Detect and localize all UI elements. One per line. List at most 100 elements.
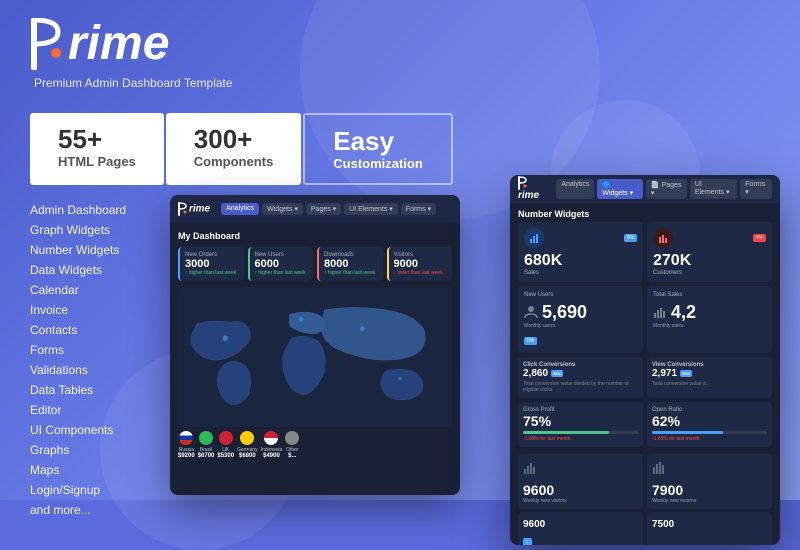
- user-icon: [524, 305, 538, 319]
- widget-sales-header: 8%: [524, 228, 637, 248]
- dash-left-title: My Dashboard: [178, 231, 452, 241]
- dash-orders-sub: ↑ higher than last week: [185, 270, 239, 276]
- dash-left-logo: rime: [178, 202, 210, 216]
- dash-stat-visitors: Visitors 9000 ↓ lower than last week: [387, 247, 453, 281]
- stat-label-easy: Customization: [333, 156, 423, 171]
- click-conv-desc: Total conversion value divided by the nu…: [523, 381, 638, 393]
- flag-germany-val: $6800: [239, 453, 256, 459]
- nav-data-tables[interactable]: Data Tables: [30, 380, 150, 400]
- nav-more[interactable]: and more...: [30, 500, 150, 520]
- dash-stat-downloads: Downloads 8000 ↑ higher than last week: [317, 247, 383, 281]
- sales-label: Sales: [524, 270, 637, 276]
- total-sales-sub: Monthly sales: [653, 323, 766, 329]
- new-users-badge: 0%: [524, 337, 537, 345]
- dash-right-widgets: 🔷 Widgets ▾: [597, 179, 643, 199]
- flag-russia-circle: [179, 431, 193, 445]
- nav-invoice[interactable]: Invoice: [30, 300, 150, 320]
- visitors-icon: [523, 459, 539, 475]
- sub-bottom-val-2: 7500: [652, 519, 767, 530]
- dash-right-ui: UI Elements ▾: [690, 179, 737, 199]
- stat-number-easy: Easy: [333, 127, 423, 156]
- gross-profit-bar-wrap: [523, 431, 638, 434]
- logo-p-icon: [30, 18, 66, 70]
- total-sales-card: Total Sales 4,2 Monthly sales: [647, 286, 772, 353]
- nav-data-widgets[interactable]: Data Widgets: [30, 260, 150, 280]
- weekly-income-val: 7900: [652, 482, 767, 498]
- nav-login-signup[interactable]: Login/Signup: [30, 480, 150, 500]
- new-users-sub: Monthly users: [524, 323, 637, 329]
- open-ratio-bar-fill: [652, 431, 723, 434]
- nav-ui-components[interactable]: UI Components: [30, 420, 150, 440]
- gross-profit-val: 75%: [523, 413, 638, 429]
- nav-contacts[interactable]: Contacts: [30, 320, 150, 340]
- nav-admin-dashboard[interactable]: Admin Dashboard: [30, 200, 150, 220]
- total-sales-val: 4,2: [671, 302, 696, 323]
- open-ratio-sub: -1.65% for last month: [652, 436, 767, 442]
- screenshots-area: rime Analytics Widgets ▾ Pages ▾ UI Elem…: [170, 195, 770, 520]
- dash-right-pages: 📄 Pages ▾: [646, 179, 687, 199]
- weekly-visitors-label: Weekly new visitors: [523, 498, 638, 504]
- conversion-row: Click Conversions 2,860 26% Total conver…: [510, 357, 780, 402]
- dash-left-body: My Dashboard New Orders 3000 ↑ higher th…: [170, 223, 460, 467]
- world-map-svg: [178, 287, 452, 427]
- dash-stat-row: New Orders 3000 ↑ higher than last week …: [178, 247, 452, 281]
- dash-pill-analytics: Analytics: [221, 203, 259, 215]
- world-map: [178, 287, 452, 427]
- sales-bar-icon: [529, 233, 539, 243]
- sidebar-nav: Admin Dashboard Graph Widgets Number Wid…: [30, 195, 150, 520]
- nav-maps[interactable]: Maps: [30, 460, 150, 480]
- customers-icon-circle: [653, 228, 673, 248]
- stat-label-pages: HTML Pages: [58, 154, 136, 169]
- stat-label-components: Components: [194, 154, 273, 169]
- nav-graphs[interactable]: Graphs: [30, 440, 150, 460]
- nav-calendar[interactable]: Calendar: [30, 280, 150, 300]
- flag-extra: Other $...: [285, 431, 299, 459]
- customers-bar-icon: [658, 233, 668, 243]
- dash-right-analytics: Analytics: [556, 179, 594, 199]
- open-ratio-bar-wrap: [652, 431, 767, 434]
- sub-bottom-2: 7500: [647, 512, 772, 545]
- new-users-row: New Users 5,690 Monthly users 0% Total: [510, 286, 780, 357]
- nav-number-widgets[interactable]: Number Widgets: [30, 240, 150, 260]
- dash-right-logo: rime: [518, 176, 547, 201]
- customers-label: Customers: [653, 270, 766, 276]
- weekly-visitors-val: 9600: [523, 482, 638, 498]
- view-conv-val: 2,971 95%: [652, 368, 767, 379]
- sales-icon-circle: [524, 228, 544, 248]
- flag-extra-circle: [285, 431, 299, 445]
- stat-number-pages: 55+: [58, 125, 136, 154]
- dash-pill-ui: UI Elements ▾: [344, 203, 398, 215]
- flag-indonesia: Indonesia $4900: [261, 431, 283, 459]
- dash-pill-pages: Pages ▾: [306, 203, 341, 215]
- logo-area: rime: [30, 18, 770, 70]
- gross-profit-sub: -1.69% for last month: [523, 436, 638, 442]
- new-users-title: New Users: [524, 292, 637, 298]
- income-icon: [652, 459, 668, 475]
- flag-uk: UK $5300: [217, 431, 234, 459]
- nav-editor[interactable]: Editor: [30, 400, 150, 420]
- new-users-card: New Users 5,690 Monthly users 0%: [518, 286, 643, 353]
- header: rime Premium Admin Dashboard Template: [0, 0, 800, 98]
- nav-validations[interactable]: Validations: [30, 360, 150, 380]
- nav-graph-widgets[interactable]: Graph Widgets: [30, 220, 150, 240]
- bottom-widgets: 9600 Weekly new visitors 7900 Weekly new…: [510, 454, 780, 509]
- dash-downloads-sub: ↑ higher than last week: [324, 270, 378, 276]
- dash-downloads-val: 8000: [324, 258, 378, 270]
- dashboard-left-screenshot: rime Analytics Widgets ▾ Pages ▾ UI Elem…: [170, 195, 460, 495]
- dash-flags: Russia $9200 Brazil $6700 UK $5300: [178, 431, 452, 459]
- view-conv-desc: Total conversion value d...: [652, 381, 767, 387]
- weekly-income-card: 7900 Weekly new income: [647, 454, 772, 509]
- top-widget-row: 8% 680K Sales: [510, 222, 780, 286]
- view-conv-badge: 95%: [680, 370, 692, 377]
- widget-customers: 4% 270K Customers: [647, 222, 772, 282]
- dash-left-topbar: rime Analytics Widgets ▾ Pages ▾ UI Elem…: [170, 195, 460, 223]
- dash-stat-users: New Users 6000 ↑ higher than last week: [248, 247, 314, 281]
- open-ratio-val: 62%: [652, 413, 767, 429]
- flag-uk-val: $5300: [217, 453, 234, 459]
- flag-russia-val: $9200: [178, 453, 195, 459]
- nav-forms[interactable]: Forms: [30, 340, 150, 360]
- dash-right-nav: Analytics 🔷 Widgets ▾ 📄 Pages ▾ UI Eleme…: [556, 179, 772, 199]
- dash-orders-val: 3000: [185, 258, 239, 270]
- flag-extra-val: $...: [288, 453, 296, 459]
- click-conv-val: 2,860 26%: [523, 368, 638, 379]
